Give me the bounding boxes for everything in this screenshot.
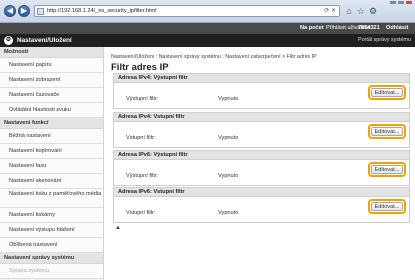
minimize-icon[interactable] (390, 1, 396, 4)
panel-ipv6-inbound: Adresa IPv6: Vstupní filtr Vstupní filtr… (113, 187, 410, 223)
sidebar-item-favorites[interactable]: Oblíbená nastavení (0, 238, 103, 253)
window-controls (390, 1, 412, 5)
sidebar-item-paper[interactable]: Nastavení papíru (0, 58, 103, 73)
sidebar-item-copy[interactable]: Nastavení kopírování (0, 144, 103, 159)
address-bar[interactable]: http://192.168.1.24/_ns_security_ipfilte… (34, 5, 340, 17)
refresh-icon[interactable]: ⟳ ✕ (324, 7, 336, 16)
panel-title: Adresa IPv4: Výstupní filtr (114, 74, 409, 83)
filter-value: Vypnuto (218, 210, 239, 216)
page-title: Filtr adres IP (111, 62, 169, 73)
filter-value: Vypnuto (218, 135, 239, 141)
edit-button-label: Editovat... (371, 88, 403, 97)
home-icon[interactable]: ⌂ (344, 6, 354, 16)
header-title: Nastavení/Uložení (17, 37, 72, 44)
panel-ipv6-outbound: Adresa IPv6: Výstupní filtr Výstupní fil… (113, 150, 410, 186)
close-icon[interactable] (406, 1, 412, 4)
sidebar-item-system[interactable]: Správa systému (0, 264, 103, 279)
edit-button-label: Editovat... (371, 165, 403, 174)
sidebar-item-scan[interactable]: Nastavení skenování (0, 174, 103, 189)
filter-value: Vypnuto (218, 96, 239, 102)
back-arrow-icon[interactable]: ◀ (4, 5, 16, 17)
sidebar-item-report[interactable]: Nastavení výstupu hlášení (0, 223, 103, 238)
portal-link[interactable]: Portál správy systému (358, 34, 411, 47)
sidebar-section-functions: Nastavení funkcí (0, 118, 103, 129)
gear-icon[interactable]: ⚙ (368, 6, 378, 16)
user-id: 7654321 (358, 25, 380, 31)
main-content: Nastavení/Uložení : Nastavení správy sys… (104, 47, 415, 280)
panel-ipv4-inbound: Adresa IPv4: Vstupní filtr Vstupní filtr… (113, 112, 410, 148)
filter-label: Výstupní filtr: (126, 173, 159, 179)
back-to-top-icon[interactable]: ▲ (115, 225, 121, 231)
edit-button-label: Editovat... (371, 202, 403, 211)
edit-ipv6-inbound-button[interactable]: Editovat... (368, 199, 406, 214)
panel-title: Adresa IPv4: Vstupní filtr (114, 113, 409, 122)
status-bar: Na počet Přihlásit uživatele: 7654321 Od… (0, 23, 415, 34)
filter-value: Vypnuto (218, 173, 239, 179)
forward-arrow-icon[interactable]: ▶ (18, 5, 30, 17)
panel-title: Adresa IPv6: Výstupní filtr (114, 151, 409, 160)
sidebar-item-printer[interactable]: Nastavení tiskárny (0, 208, 103, 223)
edit-ipv4-outbound-button[interactable]: Editovat... (368, 85, 406, 100)
panel-ipv4-outbound: Adresa IPv4: Výstupní filtr Výstupní fil… (113, 73, 410, 109)
sidebar-item-fax[interactable]: Nastavení faxu (0, 159, 103, 174)
sidebar: Možnosti Nastavení papíru Nastavení zobr… (0, 47, 104, 280)
sidebar-section-system: Nastavení správy systému (0, 253, 103, 264)
sidebar-item-common[interactable]: Běžná nastavení (0, 129, 103, 144)
filter-label: Výstupní filtr: (126, 96, 159, 102)
panel-title: Adresa IPv6: Vstupní filtr (114, 188, 409, 197)
edit-ipv4-inbound-button[interactable]: Editovat... (368, 124, 406, 139)
browser-toolbar: ◀ ▶ http://192.168.1.24/_ns_security_ipf… (0, 0, 415, 23)
filter-label: Vstupní filtr: (126, 135, 156, 141)
edit-button-label: Editovat... (371, 127, 403, 136)
edit-ipv6-outbound-button[interactable]: Editovat... (368, 162, 406, 177)
page-header: ⚙ Nastavení/Uložení Portál správy systém… (0, 34, 415, 47)
sidebar-item-media-print[interactable]: Nastavení tisku z paměťového média (0, 189, 103, 208)
logout-link[interactable]: Odhlásit (386, 23, 408, 34)
address-url[interactable]: http://192.168.1.24/_ns_security_ipfilte… (47, 7, 156, 16)
page-icon (37, 8, 44, 15)
sidebar-item-timer[interactable]: Nastavení časovače (0, 88, 103, 103)
star-icon[interactable]: ☆ (356, 6, 366, 16)
filter-label: Vstupní filtr: (126, 210, 156, 216)
settings-logo-icon: ⚙ (4, 36, 13, 45)
remote-ui-label[interactable]: Na počet (300, 23, 324, 34)
maximize-icon[interactable] (398, 1, 404, 4)
sidebar-item-volume[interactable]: Ovládání hlasitosti zvuku (0, 103, 103, 118)
sidebar-section-options: Možnosti (0, 47, 103, 58)
sidebar-item-display[interactable]: Nastavení zobrazení (0, 73, 103, 88)
breadcrumb: Nastavení/Uložení : Nastavení správy sys… (111, 54, 317, 60)
